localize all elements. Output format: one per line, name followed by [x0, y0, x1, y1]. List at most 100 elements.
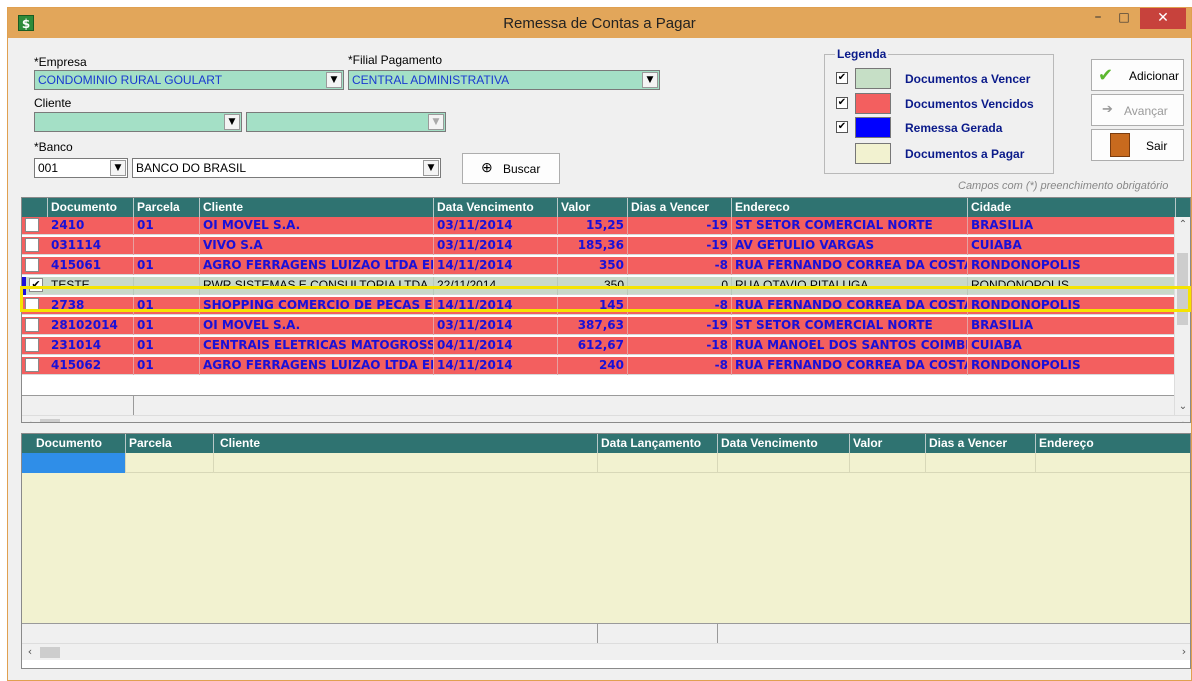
valor-cell[interactable]: 240: [558, 357, 628, 375]
col-parcela[interactable]: Parcela: [134, 198, 200, 217]
legend-checkbox[interactable]: ✔: [836, 121, 848, 133]
dias-a-vencer-cell[interactable]: -8: [628, 257, 732, 275]
scroll-left-icon[interactable]: ‹: [22, 416, 38, 422]
chevron-down-icon[interactable]: ▼: [642, 72, 658, 88]
col-data-vencimento[interactable]: Data Vencimento: [434, 198, 558, 217]
table-row[interactable]: 28102014 01 OI MOVEL S.A. 03/11/2014 387,63-…: [22, 317, 1176, 335]
legend-checkbox[interactable]: ✔: [836, 72, 848, 84]
table-cell[interactable]: [126, 453, 214, 473]
col-cliente[interactable]: Cliente: [200, 198, 434, 217]
cidade-cell[interactable]: RONDONOPOLIS: [968, 257, 1176, 275]
table-cell[interactable]: [598, 453, 718, 473]
documento-cell[interactable]: 415062: [48, 357, 134, 375]
filial-select[interactable]: CENTRAL ADMINISTRATIVA ▼: [348, 70, 660, 90]
table-row[interactable]: 415061 01 AGRO FERRAGENS LUIZAO LTDA EPP 14…: [22, 257, 1176, 275]
col-dias-a-vencer[interactable]: Dias a Vencer: [628, 198, 732, 217]
valor-cell[interactable]: 612,67: [558, 337, 628, 355]
chevron-down-icon[interactable]: ▼: [224, 114, 240, 130]
sair-button[interactable]: Sair: [1091, 129, 1184, 161]
cidade-cell[interactable]: CUIABA: [968, 237, 1176, 255]
dias-a-vencer-cell[interactable]: -19: [628, 317, 732, 335]
cidade-cell[interactable]: BRASILIA: [968, 317, 1176, 335]
row-checkbox[interactable]: [25, 238, 39, 252]
parcela-cell[interactable]: 01: [134, 257, 200, 275]
cliente-cell[interactable]: CENTRAIS ELETRICAS MATOGROSSE: [200, 337, 434, 355]
cliente-cell[interactable]: VIVO S.A: [200, 237, 434, 255]
horizontal-scrollbar[interactable]: ‹ ›: [22, 415, 1190, 422]
parcela-cell[interactable]: 01: [134, 317, 200, 335]
empresa-select[interactable]: CONDOMINIO RURAL GOULART ▼: [34, 70, 344, 90]
valor-cell[interactable]: 185,36: [558, 237, 628, 255]
scroll-left-icon[interactable]: ‹: [22, 644, 38, 661]
cliente-cell[interactable]: AGRO FERRAGENS LUIZAO LTDA EPP: [200, 257, 434, 275]
documento-cell[interactable]: 031114: [48, 237, 134, 255]
endereco-cell[interactable]: AV GETULIO VARGAS: [732, 237, 968, 255]
dias-a-vencer-cell[interactable]: -18: [628, 337, 732, 355]
legend-checkbox[interactable]: ✔: [836, 97, 848, 109]
vertical-scrollbar[interactable]: ⌃ ⌄: [1174, 217, 1190, 415]
row-checkbox[interactable]: [25, 258, 39, 272]
scroll-down-icon[interactable]: ⌄: [1175, 399, 1190, 415]
buscar-button[interactable]: ⊕ Buscar: [462, 153, 560, 184]
data-vencimento-cell[interactable]: 04/11/2014: [434, 337, 558, 355]
endereco-cell[interactable]: RUA MANOEL DOS SANTOS COIMBRA: [732, 337, 968, 355]
table-row[interactable]: 2410 01 OI MOVEL S.A. 03/11/2014 15,25 -19 ST …: [22, 217, 1176, 235]
col-data-lancamento[interactable]: Data Lançamento: [598, 434, 718, 453]
data-vencimento-cell[interactable]: 03/11/2014: [434, 237, 558, 255]
chevron-down-icon[interactable]: ▼: [110, 160, 126, 176]
parcela-cell[interactable]: 01: [134, 357, 200, 375]
valor-cell[interactable]: 15,25: [558, 217, 628, 235]
avancar-button[interactable]: ➔ Avançar: [1091, 94, 1184, 126]
valor-cell[interactable]: 387,63: [558, 317, 628, 335]
col-valor[interactable]: Valor: [558, 198, 628, 217]
table-cell[interactable]: [214, 453, 598, 473]
cliente-cell[interactable]: OI MOVEL S.A.: [200, 317, 434, 335]
cidade-cell[interactable]: CUIABA: [968, 337, 1176, 355]
col-documento[interactable]: Documento: [48, 198, 134, 217]
cliente-cell[interactable]: AGRO FERRAGENS LUIZAO LTDA EPP: [200, 357, 434, 375]
endereco-cell[interactable]: ST SETOR COMERCIAL NORTE: [732, 317, 968, 335]
col-endereco[interactable]: Endereço: [1036, 434, 1190, 453]
row-checkbox[interactable]: [25, 338, 39, 352]
col-valor[interactable]: Valor: [850, 434, 926, 453]
banco-name-select[interactable]: BANCO DO BRASIL ▼: [132, 158, 441, 178]
dias-a-vencer-cell[interactable]: -19: [628, 237, 732, 255]
table-cell[interactable]: [718, 453, 850, 473]
adicionar-button[interactable]: ✔ Adicionar: [1091, 59, 1184, 91]
col-dias-a-vencer[interactable]: Dias a Vencer: [926, 434, 1036, 453]
col-cidade[interactable]: Cidade: [968, 198, 1176, 217]
cidade-cell[interactable]: RONDONOPOLIS: [968, 357, 1176, 375]
maximize-button[interactable]: □: [1111, 8, 1137, 29]
banco-code-select[interactable]: 001 ▼: [34, 158, 128, 178]
endereco-cell[interactable]: ST SETOR COMERCIAL NORTE: [732, 217, 968, 235]
table-cell[interactable]: [850, 453, 926, 473]
endereco-cell[interactable]: RUA FERNANDO CORREA DA COSTA: [732, 257, 968, 275]
scroll-thumb[interactable]: [40, 647, 60, 658]
parcela-cell[interactable]: 01: [134, 337, 200, 355]
table-row[interactable]: [22, 453, 1190, 473]
cliente-cell[interactable]: OI MOVEL S.A.: [200, 217, 434, 235]
col-parcela[interactable]: Parcela: [126, 434, 214, 453]
dias-a-vencer-cell[interactable]: -8: [628, 357, 732, 375]
valor-cell[interactable]: 350: [558, 257, 628, 275]
scroll-up-icon[interactable]: ⌃: [1175, 217, 1190, 233]
table-cell[interactable]: [1036, 453, 1190, 473]
scroll-right-icon[interactable]: ›: [1176, 644, 1190, 661]
col-data-vencimento[interactable]: Data Vencimento: [718, 434, 850, 453]
data-vencimento-cell[interactable]: 14/11/2014: [434, 257, 558, 275]
data-vencimento-cell[interactable]: 03/11/2014: [434, 317, 558, 335]
table-row[interactable]: 231014 01 CENTRAIS ELETRICAS MATOGROSSE 04/…: [22, 337, 1176, 355]
chevron-down-icon[interactable]: ▼: [326, 72, 342, 88]
current-cell[interactable]: [22, 453, 126, 473]
table-row[interactable]: 415062 01 AGRO FERRAGENS LUIZAO LTDA EPP 14…: [22, 357, 1176, 375]
row-checkbox[interactable]: [25, 318, 39, 332]
parcela-cell[interactable]: [134, 237, 200, 255]
scroll-thumb[interactable]: [40, 419, 60, 422]
data-vencimento-cell[interactable]: 14/11/2014: [434, 357, 558, 375]
chevron-down-icon[interactable]: ▼: [423, 160, 439, 176]
minimize-button[interactable]: –: [1085, 8, 1111, 29]
col-endereco[interactable]: Endereco: [732, 198, 968, 217]
col-documento[interactable]: Documento: [22, 434, 126, 453]
cidade-cell[interactable]: BRASILIA: [968, 217, 1176, 235]
cliente-select[interactable]: ▼: [34, 112, 242, 132]
